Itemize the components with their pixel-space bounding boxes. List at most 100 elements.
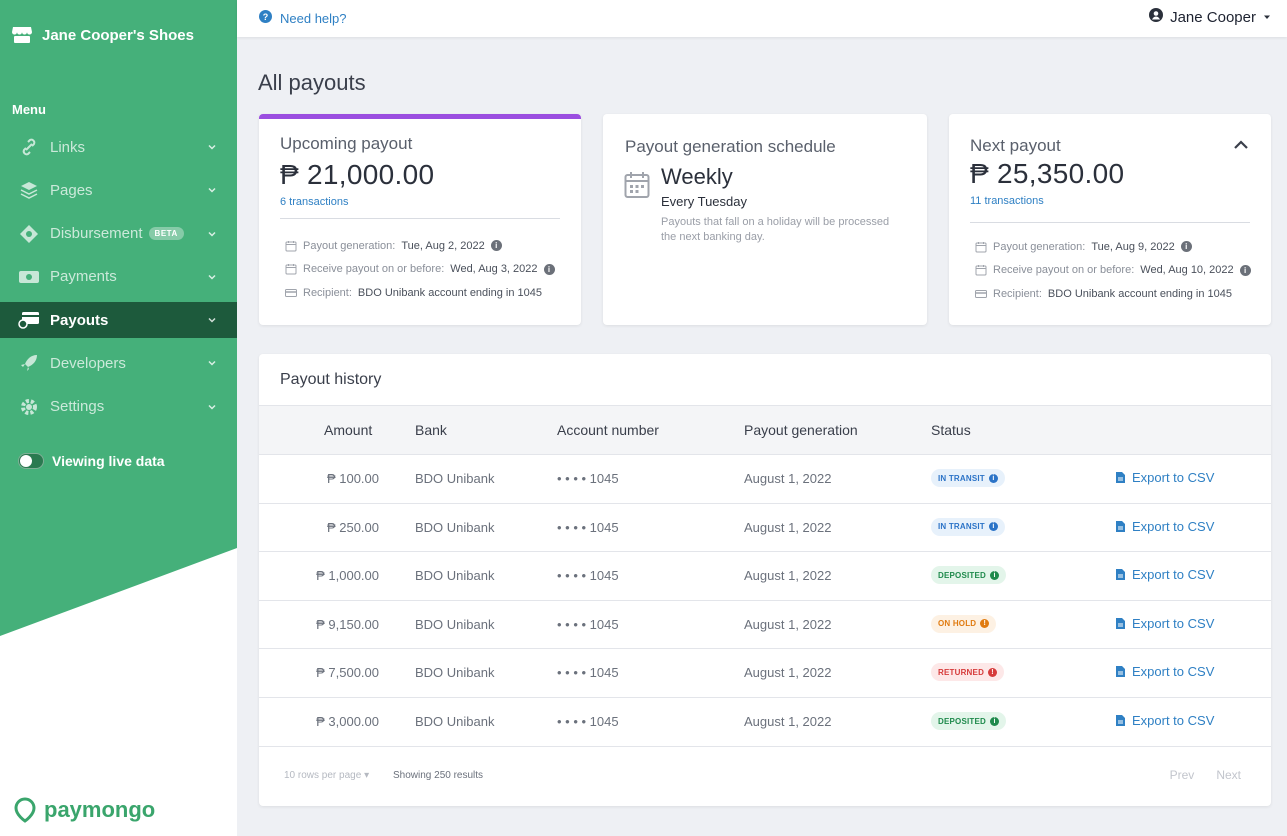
bank-cell: BDO Unibank bbox=[415, 519, 495, 535]
export-label: Export to CSV bbox=[1132, 713, 1215, 728]
detail-value: Wed, Aug 10, 2022 bbox=[1140, 264, 1234, 277]
toggle-switch[interactable] bbox=[18, 453, 44, 469]
sidebar-item-developers[interactable]: Developers bbox=[0, 345, 237, 381]
sidebar-item-payouts[interactable]: Payouts bbox=[0, 302, 237, 339]
paymongo-logo-icon bbox=[14, 797, 36, 823]
rows-per-page-label: 10 rows per page bbox=[284, 770, 362, 781]
beta-badge: BETA bbox=[148, 227, 184, 241]
info-icon[interactable]: i bbox=[1180, 241, 1192, 253]
info-icon[interactable]: ! bbox=[980, 619, 990, 629]
info-icon[interactable]: i bbox=[543, 263, 555, 275]
column-header-amount: Amount bbox=[324, 422, 373, 438]
receive-payout-row: Receive payout on or before: Wed, Aug 3,… bbox=[285, 258, 555, 282]
rows-per-page-select[interactable]: 10 rows per page ▾ bbox=[284, 770, 369, 781]
brand[interactable]: Jane Cooper's Shoes bbox=[12, 26, 194, 44]
settings-icon bbox=[18, 396, 40, 418]
schedule-note-line: Payouts that fall on a holiday will be p… bbox=[661, 216, 890, 228]
export-csv-link[interactable]: Export to CSV bbox=[1115, 616, 1214, 631]
export-csv-link[interactable]: Export to CSV bbox=[1115, 470, 1214, 485]
user-name: Jane Cooper bbox=[1170, 8, 1256, 26]
transactions-link[interactable]: 11 transactions bbox=[970, 195, 1044, 207]
info-icon[interactable]: ! bbox=[988, 667, 998, 677]
bank-cell: BDO Unibank bbox=[415, 714, 495, 729]
export-csv-link[interactable]: Export to CSV bbox=[1115, 664, 1214, 679]
receive-payout-row: Receive payout on or before: Wed, Aug 10… bbox=[975, 259, 1251, 283]
help-icon: ? bbox=[259, 10, 272, 26]
sidebar-item-disbursement[interactable]: Disbursement BETA bbox=[0, 216, 237, 252]
export-csv-link[interactable]: Export to CSV bbox=[1115, 519, 1214, 534]
sidebar-item-label: Links bbox=[50, 138, 86, 156]
amount-cell: ₱ 7,500.00 bbox=[316, 665, 379, 681]
sidebar-nav: Links Pages Disbursement BETA Payments P… bbox=[0, 129, 237, 432]
status-label: DEPOSITED bbox=[938, 716, 987, 726]
next-button[interactable]: Next bbox=[1216, 768, 1241, 782]
detail-label: Recipient: bbox=[303, 286, 352, 299]
detail-value: Wed, Aug 3, 2022 bbox=[450, 263, 538, 276]
table-row: ₱ 9,150.00 BDO Unibank • • • • 1045 August … bbox=[259, 601, 1271, 650]
export-label: Export to CSV bbox=[1132, 615, 1215, 631]
detail-value: Tue, Aug 2, 2022 bbox=[401, 239, 485, 252]
status-label: IN TRANSIT bbox=[938, 522, 985, 532]
sidebar-item-settings[interactable]: Settings bbox=[0, 389, 237, 425]
transactions-link[interactable]: 6 transactions bbox=[280, 196, 348, 208]
chevron-up-icon[interactable] bbox=[1233, 139, 1249, 151]
topbar: ? Need help? Jane Cooper bbox=[237, 0, 1287, 37]
detail-label: Recipient: bbox=[993, 287, 1042, 300]
date-cell: August 1, 2022 bbox=[744, 665, 832, 681]
sidebar-item-pages[interactable]: Pages bbox=[0, 172, 237, 208]
chevron-down-icon bbox=[208, 188, 216, 193]
info-icon[interactable]: i bbox=[990, 716, 1000, 726]
detail-label: Receive payout on or before: bbox=[993, 264, 1135, 277]
detail-label: Payout generation: bbox=[993, 240, 1086, 253]
detail-value: Tue, Aug 9, 2022 bbox=[1091, 240, 1175, 253]
schedule-frequency: Weekly bbox=[661, 164, 733, 189]
file-icon bbox=[1116, 715, 1125, 726]
info-icon[interactable]: i bbox=[990, 570, 1000, 580]
payout-schedule-card: Payout generation schedule Weekly Every … bbox=[603, 114, 927, 325]
sidebar-item-label: Settings bbox=[50, 398, 105, 416]
info-icon[interactable]: i bbox=[1239, 264, 1251, 276]
export-csv-link[interactable]: Export to CSV bbox=[1115, 713, 1214, 728]
detail-label: Payout generation: bbox=[303, 239, 396, 252]
live-data-label: Viewing live data bbox=[52, 453, 165, 469]
upcoming-payout-card: Upcoming payout ₱ 21,000.00 6 transactio… bbox=[259, 114, 581, 325]
date-cell: August 1, 2022 bbox=[744, 714, 832, 729]
store-icon bbox=[12, 27, 32, 43]
calendar-icon bbox=[975, 241, 987, 253]
paymongo-logo: paymongo bbox=[12, 797, 155, 823]
user-icon bbox=[1149, 8, 1164, 26]
schedule-note-line: the next banking day. bbox=[661, 231, 765, 243]
schedule-day: Every Tuesday bbox=[661, 194, 747, 209]
calendar-icon bbox=[624, 172, 650, 198]
bank-card-icon bbox=[975, 289, 987, 298]
info-icon[interactable]: i bbox=[490, 240, 502, 252]
export-label: Export to CSV bbox=[1132, 664, 1215, 680]
user-menu[interactable]: Jane Cooper bbox=[1149, 8, 1271, 26]
status-badge: IN TRANSIT i bbox=[931, 517, 1005, 536]
status-badge: DEPOSITED i bbox=[931, 712, 1007, 730]
status-badge: RETURNED! bbox=[931, 663, 1005, 682]
table-row: ₱ 250.00 BDO Unibank • • • • 1045 August 1,… bbox=[259, 504, 1271, 553]
payout-amount: ₱ 21,000.00 bbox=[280, 159, 435, 190]
date-cell: August 1, 2022 bbox=[744, 616, 832, 632]
info-icon[interactable]: i bbox=[988, 522, 998, 532]
table-header: Amount Bank Account number Payout genera… bbox=[259, 405, 1271, 455]
file-icon bbox=[1116, 666, 1125, 678]
payout-generation-row: Payout generation: Tue, Aug 2, 2022 i bbox=[285, 234, 555, 258]
logo-text: paymongo bbox=[44, 797, 156, 822]
sidebar-item-payments[interactable]: Payments bbox=[0, 259, 237, 295]
sidebar-item-label: Payments bbox=[50, 268, 117, 286]
export-label: Export to CSV bbox=[1132, 518, 1215, 534]
export-csv-link[interactable]: Export to CSV bbox=[1115, 567, 1214, 582]
sidebar-item-label: Disbursement bbox=[50, 225, 143, 243]
menu-title: Menu bbox=[12, 102, 46, 117]
file-icon bbox=[1116, 617, 1125, 629]
prev-button[interactable]: Prev bbox=[1170, 768, 1195, 782]
info-icon[interactable]: i bbox=[988, 473, 998, 483]
sidebar-item-links[interactable]: Links bbox=[0, 129, 237, 165]
help-link[interactable]: ? Need help? bbox=[259, 10, 347, 26]
detail-label: Receive payout on or before: bbox=[303, 263, 445, 276]
live-data-toggle[interactable]: Viewing live data bbox=[18, 453, 165, 469]
file-icon bbox=[1116, 569, 1125, 581]
page-title: All payouts bbox=[258, 70, 366, 95]
